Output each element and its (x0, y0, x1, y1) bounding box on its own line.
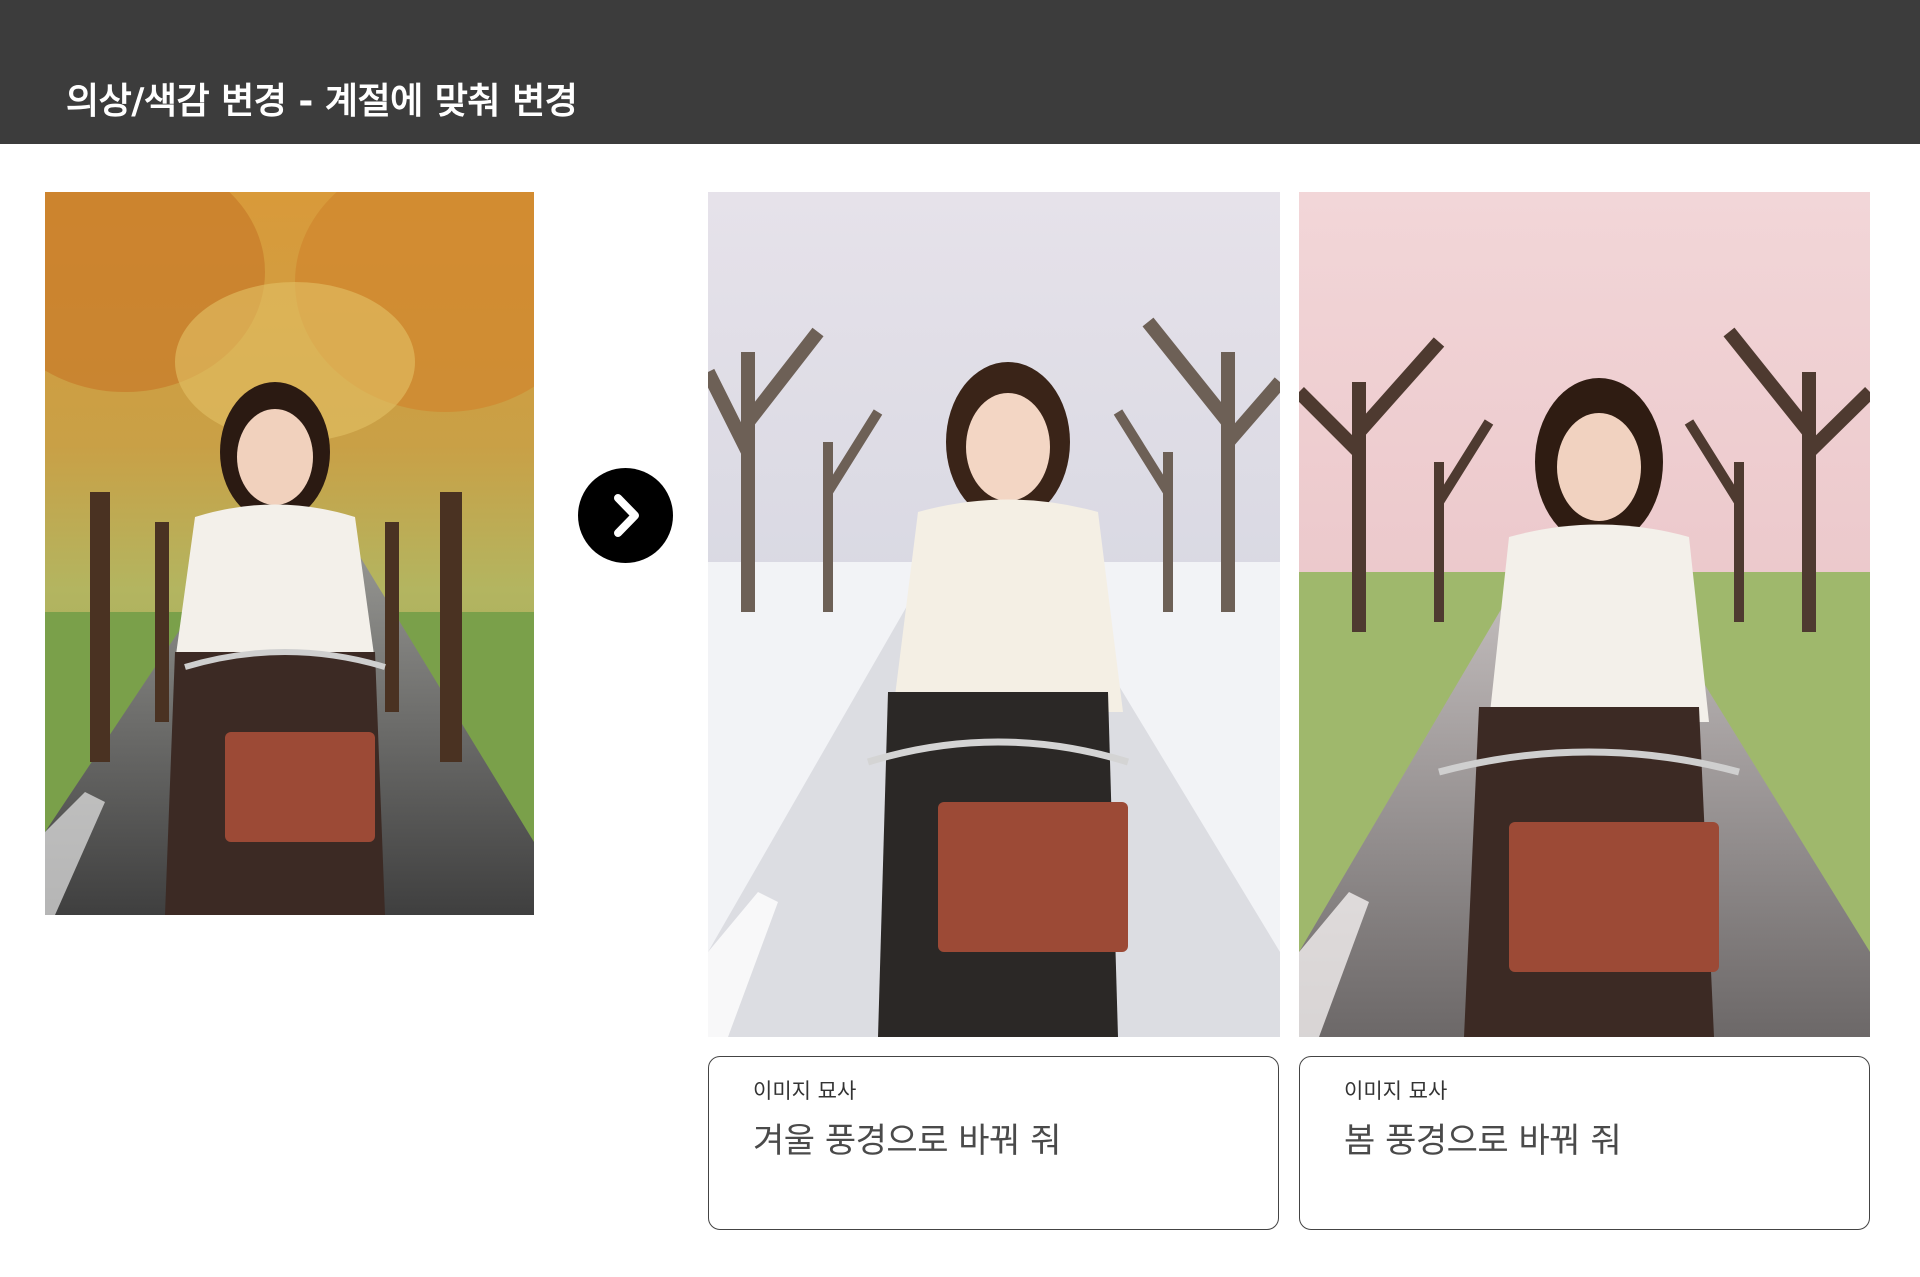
caption-card-winter: 이미지 묘사 겨울 풍경으로 바꿔 줘 (708, 1056, 1279, 1230)
next-arrow-button[interactable] (578, 468, 673, 563)
caption-text: 봄 풍경으로 바꿔 줘 (1344, 1121, 1622, 1161)
page-title: 의상/색감 변경 - 계절에 맞춰 변경 (66, 81, 578, 122)
chevron-right-icon (614, 494, 639, 537)
caption-card-spring: 이미지 묘사 봄 풍경으로 바꿔 줘 (1299, 1056, 1870, 1230)
caption-label: 이미지 묘사 (1344, 1079, 1448, 1103)
original-autumn-photo (45, 192, 534, 915)
winter-result-photo (708, 192, 1280, 1037)
caption-label: 이미지 묘사 (753, 1079, 857, 1103)
header-bar: 의상/색감 변경 - 계절에 맞춰 변경 (0, 0, 1920, 144)
spring-result-photo (1299, 192, 1870, 1037)
caption-text: 겨울 풍경으로 바꿔 줘 (753, 1121, 1061, 1161)
